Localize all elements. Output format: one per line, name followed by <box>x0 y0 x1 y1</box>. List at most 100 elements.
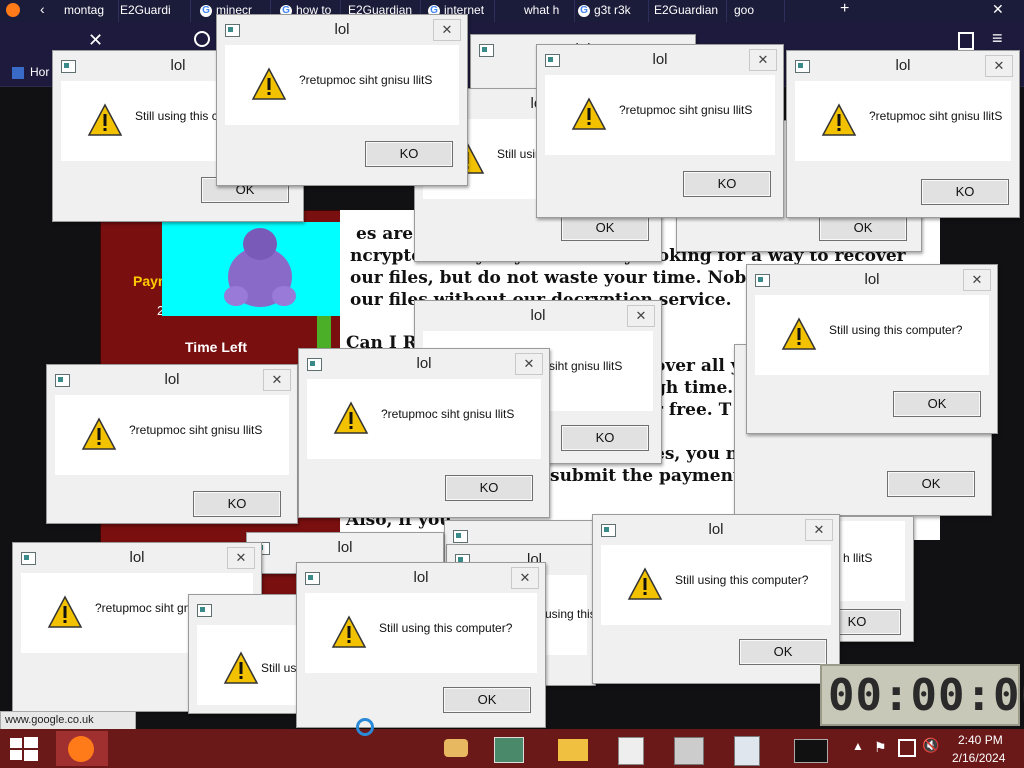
browser-tab-strip: ‹ montag E2Guardi Gminecr Ghow to E2Guar… <box>0 0 1024 22</box>
ok-button[interactable]: OK <box>739 639 827 665</box>
ok-button[interactable]: OK <box>887 471 975 497</box>
browser-tab[interactable]: montag <box>60 0 119 22</box>
message-dialog: lol ✕ Still using this computer? OK <box>296 562 546 728</box>
ok-button[interactable]: OK <box>561 215 649 241</box>
browser-tab[interactable]: E2Guardi <box>116 0 191 22</box>
dialog-title: lol <box>334 21 350 38</box>
browser-tab[interactable]: what h <box>520 0 575 22</box>
taskbar-time: 2:40 PM <box>958 733 1003 747</box>
firefox-taskbar-icon[interactable] <box>56 731 108 766</box>
google-icon: G <box>578 4 590 17</box>
window-close-icon[interactable]: ✕ <box>992 1 1004 18</box>
flag-icon[interactable]: ⚑ <box>874 739 887 756</box>
ko-button[interactable]: KO <box>561 425 649 451</box>
dialog-message: Still using this computer? <box>675 573 809 587</box>
warning-icon <box>251 67 287 100</box>
dialog-message: ?retupmoc siht gnisu llitS <box>299 73 433 87</box>
ransom-line: our files, but do not waste your time. N… <box>350 268 780 288</box>
dialog-title: lol <box>416 355 432 372</box>
ko-button[interactable]: KO <box>445 475 533 501</box>
warning-icon <box>81 417 117 450</box>
ko-button[interactable]: KO <box>365 141 453 167</box>
clock-display: 00:00:00 <box>828 670 1024 721</box>
dialog-message: ?retupmoc siht gnisu llitS <box>129 423 263 437</box>
close-button[interactable]: ✕ <box>511 567 539 589</box>
ko-button[interactable]: KO <box>683 171 771 197</box>
warning-icon <box>627 567 663 600</box>
back-icon[interactable]: ‹ <box>40 1 45 17</box>
browser-tab[interactable]: Gg3t r3k <box>574 0 649 22</box>
stop-icon[interactable]: ✕ <box>88 30 103 51</box>
ko-button[interactable]: KO <box>921 179 1009 205</box>
bookmark-item[interactable]: Hor <box>12 65 49 79</box>
document-taskbar-icon[interactable] <box>482 731 534 766</box>
command-prompt-icon[interactable] <box>784 731 836 766</box>
close-button[interactable]: ✕ <box>263 369 291 391</box>
dialog-message: ?retupmoc siht gnis <box>95 601 200 615</box>
dialog-message: Still using this computer? <box>379 621 513 635</box>
close-button[interactable]: ✕ <box>627 305 655 327</box>
ok-button[interactable]: OK <box>819 215 907 241</box>
menu-icon[interactable]: ≡ <box>992 28 1003 49</box>
extensions-icon[interactable] <box>958 32 974 50</box>
dialog-title: lol <box>337 539 353 556</box>
message-dialog: lol ✕ ?retupmoc siht gnisu llitS KO <box>46 364 298 524</box>
ransom-line: over all y <box>654 356 741 376</box>
firefox-icon[interactable] <box>6 3 20 17</box>
volume-muted-icon[interactable]: 🔇 <box>922 737 939 754</box>
windows-start-icon[interactable] <box>10 737 38 761</box>
message-dialog: lol ✕ ?retupmoc siht gnisu llitS KO <box>536 44 784 218</box>
browser-tab[interactable]: goo <box>730 0 785 22</box>
dialog-title: lol <box>164 371 180 388</box>
warning-icon <box>571 97 607 130</box>
close-button[interactable]: ✕ <box>805 519 833 541</box>
countdown-clock: 00:00:00 <box>820 664 1024 726</box>
browser-tab[interactable]: E2Guardian <box>650 0 727 22</box>
app-icon <box>197 604 212 617</box>
time-left-label: Time Left <box>185 339 247 355</box>
dialog-message: ?retupmoc siht gnisu llitS <box>381 407 515 421</box>
dialog-message: siht gnisu llitS <box>549 359 623 373</box>
network-icon[interactable] <box>898 739 916 757</box>
search-icon[interactable] <box>194 31 210 47</box>
dialog-message: Still us <box>261 661 297 675</box>
dialog-message: Still using this computer? <box>829 323 963 337</box>
dialog-message: Still using this cor <box>135 109 229 123</box>
ok-button[interactable]: OK <box>443 687 531 713</box>
status-url: www.google.co.uk <box>0 711 136 730</box>
bookmark-icon <box>12 66 24 79</box>
dialog-message: ?retupmoc siht gnisu llitS <box>869 109 1003 123</box>
dialog-title: lol <box>129 549 145 566</box>
close-button[interactable]: ✕ <box>433 19 461 41</box>
show-hidden-icons[interactable]: ▲ <box>852 739 864 753</box>
message-dialog: lol ✕ ?retupmoc siht gnisu llitS KO <box>786 50 1020 218</box>
computer-taskbar-icon[interactable] <box>662 731 714 766</box>
close-button[interactable]: ✕ <box>985 55 1013 77</box>
ok-button[interactable]: OK <box>893 391 981 417</box>
warning-icon <box>781 317 817 350</box>
close-button[interactable]: ✕ <box>227 547 255 569</box>
dialog-title: lol <box>530 307 546 324</box>
message-dialog: lol ✕ ?retupmoc siht gnisu llitS KO <box>216 14 468 186</box>
handshake-taskbar-icon[interactable] <box>430 731 482 766</box>
warning-icon <box>223 651 259 684</box>
busy-cursor-icon <box>356 718 374 736</box>
warning-icon <box>331 615 367 648</box>
ko-button[interactable]: KO <box>193 491 281 517</box>
dialog-message: ?retupmoc siht gnisu llitS <box>619 103 753 117</box>
calculator-icon[interactable] <box>720 731 772 766</box>
close-button[interactable]: ✕ <box>963 269 991 291</box>
ransom-line: r free. T <box>654 400 732 420</box>
dialog-title: lol <box>864 271 880 288</box>
dialog-message: using this <box>545 607 596 621</box>
file-explorer-icon[interactable] <box>546 731 598 766</box>
progress-bar <box>317 315 331 349</box>
close-button[interactable]: ✕ <box>515 353 543 375</box>
dialog-message: h llitS <box>843 551 873 565</box>
text-editor-icon[interactable] <box>604 731 656 766</box>
message-dialog: lol ✕ Still using this computer? OK <box>746 264 998 434</box>
close-button[interactable]: ✕ <box>749 49 777 71</box>
new-tab-icon[interactable]: + <box>840 0 849 18</box>
warning-icon <box>87 103 123 136</box>
taskbar: ▲ ⚑ 🔇 2:40 PM 2/16/2024 <box>0 729 1024 768</box>
